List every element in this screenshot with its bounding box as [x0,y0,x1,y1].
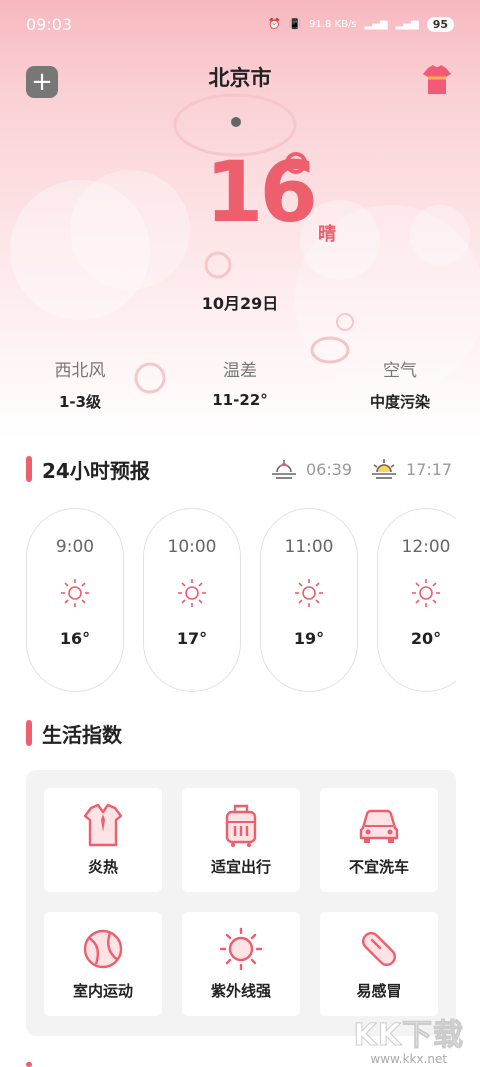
hour-time: 12:00 [401,537,451,557]
sun-icon [27,577,123,609]
life-card-hot[interactable]: 炎热 [44,788,162,892]
city-title[interactable]: 北京市 [0,62,480,92]
net-speed: 91.8 KB/s [309,18,357,30]
watermark: KK下载 www.kkx.net [353,1010,465,1067]
alarm-icon: ⏰ [268,18,281,30]
uv-sun-icon [182,926,300,972]
life-card-sport[interactable]: 室内运动 [44,912,162,1016]
life-card-travel[interactable]: 适宜出行 [182,788,300,892]
sunset-time: 17:17 [406,459,453,479]
stat-label: 空气 [383,361,417,381]
header-bar: + 北京市 [0,60,480,100]
sunrise-icon [272,460,296,479]
stat-value: 11-22° [212,391,268,409]
title-accent-bar [26,456,32,482]
section-title-text: 生活指数 [42,722,122,747]
stat-air: 空气 中度污染 [320,356,480,412]
stat-label: 西北风 [54,361,106,381]
degree-symbol [285,152,307,174]
life-card-uv[interactable]: 紫外线强 [182,912,300,1016]
shirt-icon [44,802,162,848]
hour-temp: 16° [59,629,91,648]
stat-temp-range: 温差 11-22° [160,356,320,412]
sun-icon [144,577,240,609]
sunset-icon [372,459,396,479]
section-title-text: 24小时预报 [42,458,150,483]
life-card-label: 适宜出行 [210,858,271,876]
hour-card[interactable]: 10:00 17° [143,508,241,692]
hourly-forecast-list[interactable]: 9:00 16° 10:00 17° 11:00 19° 12:00 20° [26,508,456,694]
weather-condition: 晴 [318,224,336,245]
status-time: 09:03 [26,14,73,34]
hour-card[interactable]: 9:00 16° [26,508,124,692]
signal-icon: ▂▄▆ [364,18,388,30]
title-accent-bar [26,720,32,746]
life-card-label: 室内运动 [72,982,133,1000]
sunrise-time: 06:39 [306,459,353,479]
hour-card[interactable]: 12:00 20° [377,508,456,692]
stat-wind: 西北风 1-3级 [0,356,160,412]
status-icons: ⏰ 📳 91.8 KB/s ▂▄▆ ▂▄▆ 95 [268,16,454,32]
weather-stats: 西北风 1-3级 温差 11-22° 空气 中度污染 [0,356,480,412]
vibrate-icon: 📳 [288,18,302,30]
signal-icon-2: ▂▄▆ [395,18,419,30]
status-bar: 09:03 ⏰ 📳 91.8 KB/s ▂▄▆ ▂▄▆ 95 [0,0,480,48]
life-index-panel: 炎热 适宜出行 不宜洗车 室内运动 紫外线强 易感冒 [26,770,456,1036]
watermark-logo: KK下载 [353,1018,464,1054]
life-index-section-title: 生活指数 [26,720,122,747]
next-section-accent-bar [26,1062,32,1067]
life-card-cold[interactable]: 易感冒 [320,912,438,1016]
life-card-carwash[interactable]: 不宜洗车 [320,788,438,892]
car-icon [320,802,438,848]
sun-icon [261,577,357,609]
pill-icon [320,926,438,972]
stat-value: 中度污染 [369,393,430,411]
stat-value: 1-3级 [58,393,102,411]
sunset: 17:17 [370,458,452,480]
hour-temp: 17° [176,629,208,648]
life-card-label: 炎热 [87,858,118,876]
theme-shirt-button[interactable] [422,64,452,96]
hour-card[interactable]: 11:00 19° [260,508,358,692]
hour-time: 10:00 [167,537,217,557]
watermark-url: www.kkx.net [370,1052,448,1066]
forecast-section-title: 24小时预报 [26,456,150,483]
hour-time: 9:00 [55,537,95,557]
hour-time: 11:00 [284,537,334,557]
luggage-icon [182,802,300,848]
battery-badge: 95 [426,16,454,32]
hour-temp: 20° [410,629,442,648]
life-card-label: 易感冒 [356,982,402,1000]
life-card-label: 紫外线强 [210,982,271,1000]
current-date: 10月29日 [201,294,279,313]
ball-icon [44,926,162,972]
sunrise: 06:39 [270,458,352,480]
life-card-label: 不宜洗车 [348,858,409,876]
stat-label: 温差 [223,361,257,381]
shirt-icon [423,65,451,94]
sun-icon [378,577,456,609]
hour-temp: 19° [293,629,325,648]
